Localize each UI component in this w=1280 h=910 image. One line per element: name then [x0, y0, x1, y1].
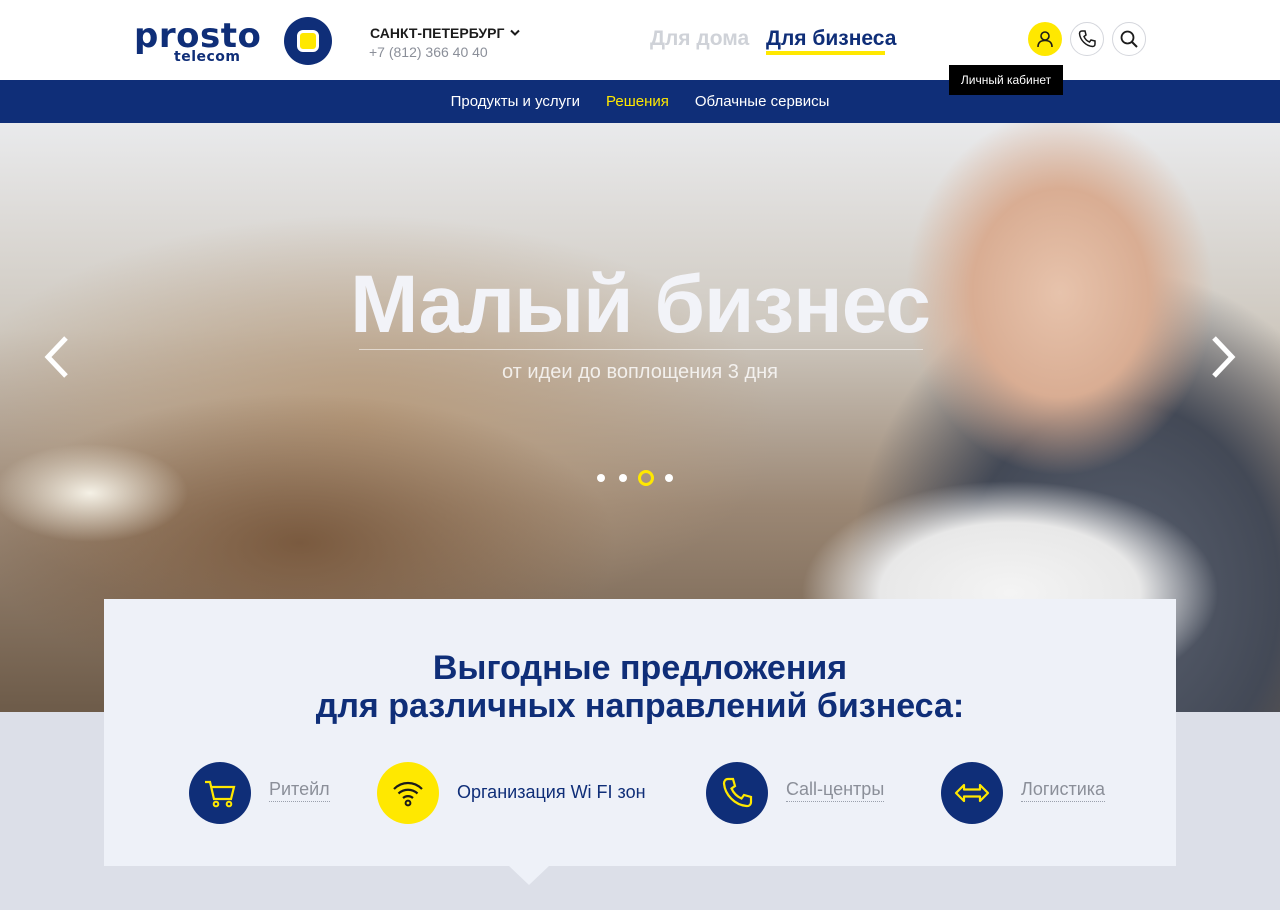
- slider-next-arrow-icon[interactable]: [1208, 335, 1238, 379]
- hero-title: Малый бизнес: [350, 259, 931, 350]
- chevron-down-icon: [510, 29, 521, 36]
- offer-logistics[interactable]: Логистика: [941, 762, 1106, 824]
- logo-mark: [284, 17, 332, 65]
- slider-dot-4[interactable]: [665, 474, 673, 482]
- logo[interactable]: prosto telecom: [134, 17, 334, 65]
- offer-retail-label: Ритейл: [269, 779, 330, 802]
- city-label: САНКТ-ПЕТЕРБУРГ: [370, 25, 505, 41]
- city-selector[interactable]: САНКТ-ПЕТЕРБУРГ: [370, 25, 521, 41]
- account-tooltip: Личный кабинет: [949, 65, 1063, 95]
- offers-title-line2: для различных направлений бизнеса:: [315, 687, 965, 725]
- search-icon: [1120, 30, 1138, 48]
- offer-wifi-label: Организация Wi FI зон: [457, 782, 646, 802]
- wifi-icon: [393, 781, 423, 807]
- offers-card: Выгодные предложения для различных напра…: [104, 599, 1176, 866]
- segment-business-link[interactable]: Для бизнеса: [766, 27, 896, 53]
- phone-icon: [1078, 30, 1096, 48]
- offer-wifi[interactable]: Организация Wi FI зон: [377, 762, 646, 824]
- search-button[interactable]: [1112, 22, 1146, 56]
- hero-divider: [359, 349, 923, 350]
- slider-dot-1[interactable]: [597, 474, 605, 482]
- offer-callcenter-label: Call-центры: [786, 779, 885, 802]
- slider-dot-2[interactable]: [619, 474, 627, 482]
- header: prosto telecom САНКТ-ПЕТЕРБУРГ +7 (812) …: [0, 0, 1280, 80]
- slider-prev-arrow-icon[interactable]: [42, 335, 72, 379]
- user-icon: [1037, 31, 1053, 48]
- logo-subtext: telecom: [174, 49, 241, 65]
- nav-item-solutions[interactable]: Решения: [606, 93, 669, 110]
- phone-icon: [722, 777, 753, 808]
- nav-item-cloud[interactable]: Облачные сервисы: [695, 93, 830, 110]
- offers-title: Выгодные предложения для различных напра…: [104, 649, 1176, 725]
- main-nav: Продукты и услуги Решения Облачные серви…: [0, 80, 1280, 123]
- offer-wifi-badge: [377, 762, 439, 824]
- header-phone[interactable]: +7 (812) 366 40 40: [369, 44, 488, 60]
- offer-retail[interactable]: Ритейл: [189, 762, 330, 824]
- slider-dots: [597, 470, 673, 486]
- offers-card-pointer: [509, 866, 549, 885]
- arrows-icon: [954, 783, 990, 803]
- offer-logistics-badge: [941, 762, 1003, 824]
- slider-dot-3-active[interactable]: [638, 470, 654, 486]
- account-button[interactable]: [1028, 22, 1062, 56]
- offer-logistics-label: Логистика: [1021, 779, 1106, 802]
- segment-active-underline: [766, 51, 885, 55]
- call-button[interactable]: [1070, 22, 1104, 56]
- hero-subtitle: от идеи до воплощения 3 дня: [502, 361, 778, 383]
- cart-icon: [205, 780, 236, 808]
- offer-retail-badge: [189, 762, 251, 824]
- offer-callcenter-badge: [706, 762, 768, 824]
- segment-home-link[interactable]: Для дома: [650, 27, 749, 51]
- nav-item-products[interactable]: Продукты и услуги: [451, 93, 580, 110]
- offers-title-line1: Выгодные предложения: [432, 649, 848, 687]
- offer-callcenter[interactable]: Call-центры: [706, 762, 885, 824]
